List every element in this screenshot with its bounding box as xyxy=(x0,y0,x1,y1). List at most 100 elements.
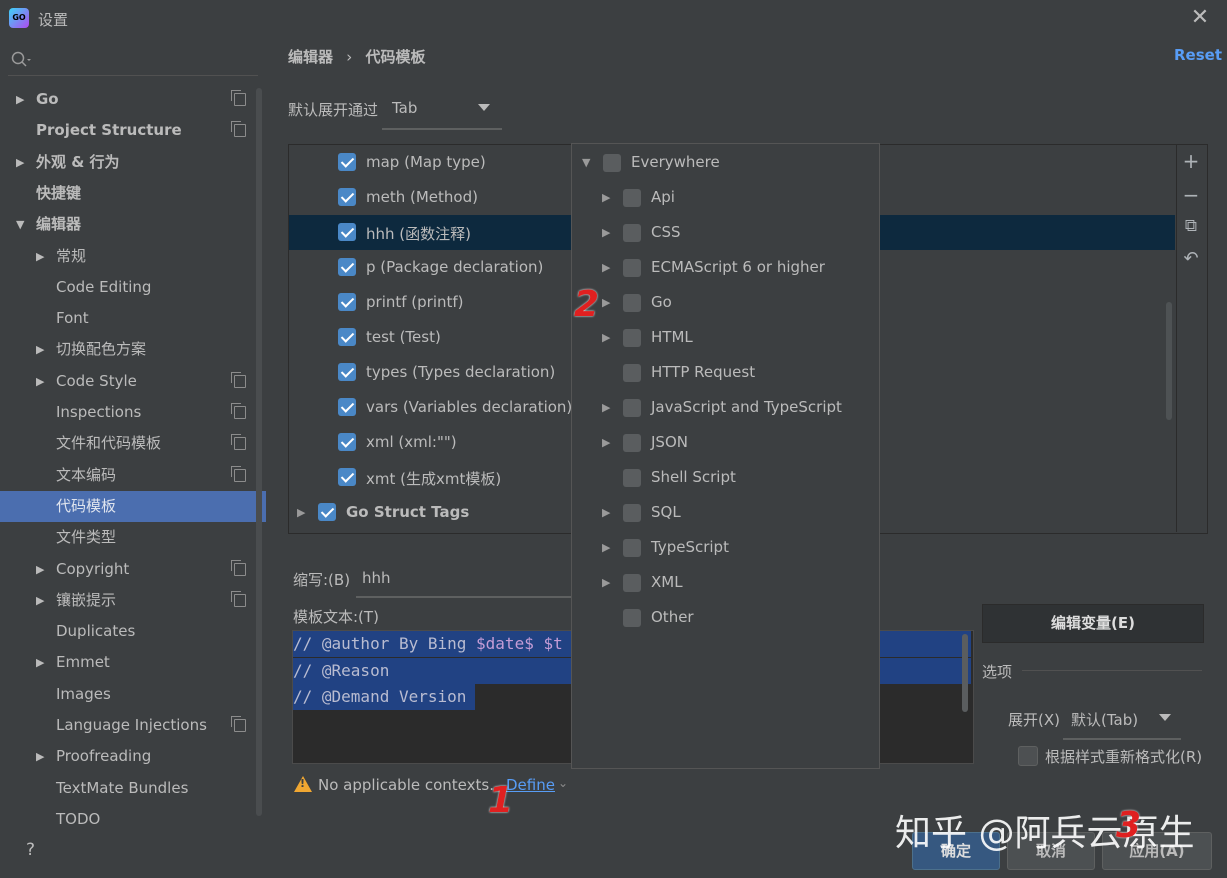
sidebar-item[interactable]: 代码模板 xyxy=(0,490,266,522)
chevron-right-icon[interactable]: ▶ xyxy=(602,401,610,414)
sidebar-scrollbar[interactable] xyxy=(256,88,262,816)
context-item[interactable]: ▶ JSON xyxy=(572,425,872,460)
sidebar-item[interactable]: Language Injections xyxy=(0,710,266,741)
help-icon[interactable]: ? xyxy=(26,840,35,860)
context-checkbox[interactable] xyxy=(623,539,641,557)
chevron-right-icon[interactable]: ▶ xyxy=(36,741,44,772)
template-checkbox[interactable] xyxy=(338,468,356,486)
template-checkbox[interactable] xyxy=(338,363,356,381)
sidebar-item[interactable]: ▶ 外观 & 行为 xyxy=(0,147,266,178)
chevron-right-icon[interactable]: ▶ xyxy=(602,226,610,239)
sidebar-item[interactable]: ▶ Code Style xyxy=(0,366,266,397)
sidebar-item[interactable]: ▶ Emmet xyxy=(0,647,266,678)
context-item[interactable]: ▶ XML xyxy=(572,565,872,600)
revert-icon[interactable]: ↶ xyxy=(1180,248,1202,270)
chevron-right-icon[interactable]: ▶ xyxy=(36,334,44,365)
breadcrumb-parent[interactable]: 编辑器 xyxy=(288,48,333,66)
sidebar-item[interactable]: Project Structure xyxy=(0,115,266,146)
sidebar-item[interactable]: Inspections xyxy=(0,397,266,428)
context-item[interactable]: ▶ TypeScript xyxy=(572,530,872,565)
chevron-right-icon[interactable]: ▶ xyxy=(602,436,610,449)
sidebar-item[interactable]: TextMate Bundles xyxy=(0,773,266,804)
context-checkbox[interactable] xyxy=(623,574,641,592)
context-item[interactable]: ▶ Api xyxy=(572,180,872,215)
template-checkbox[interactable] xyxy=(338,188,356,206)
template-list-scrollbar[interactable] xyxy=(1166,302,1172,420)
template-checkbox[interactable] xyxy=(338,398,356,416)
chevron-right-icon[interactable]: ▶ xyxy=(602,191,610,204)
chevron-right-icon[interactable]: ▶ xyxy=(602,576,610,589)
chevron-right-icon[interactable]: ▶ xyxy=(297,506,305,519)
sidebar-item[interactable]: 文件和代码模板 xyxy=(0,428,266,459)
context-item[interactable]: HTTP Request xyxy=(572,355,872,390)
sidebar-item[interactable]: 文件类型 xyxy=(0,522,266,553)
chevron-right-icon[interactable]: ▶ xyxy=(36,585,44,616)
sidebar-item[interactable]: TODO xyxy=(0,804,266,828)
context-checkbox[interactable] xyxy=(623,609,641,627)
sidebar-item[interactable]: Font xyxy=(0,303,266,334)
context-checkbox[interactable] xyxy=(623,329,641,347)
context-checkbox[interactable] xyxy=(623,294,641,312)
sidebar-item[interactable]: ▼ 编辑器 xyxy=(0,209,266,240)
chevron-right-icon[interactable]: ▶ xyxy=(602,296,610,309)
reformat-checkbox[interactable] xyxy=(1018,746,1038,766)
context-item[interactable]: Shell Script xyxy=(572,460,872,495)
sidebar-item[interactable]: Images xyxy=(0,679,266,710)
chevron-right-icon[interactable]: ▶ xyxy=(16,147,24,178)
chevron-down-icon[interactable]: ▼ xyxy=(16,209,24,240)
context-item[interactable]: ▶ JavaScript and TypeScript xyxy=(572,390,872,425)
chevron-right-icon[interactable]: ▶ xyxy=(36,554,44,585)
edit-variables-button[interactable]: 编辑变量(E) xyxy=(982,604,1204,643)
chevron-right-icon[interactable]: ▶ xyxy=(602,261,610,274)
editor-scrollbar[interactable] xyxy=(962,634,968,712)
add-icon[interactable]: + xyxy=(1180,150,1202,172)
template-checkbox[interactable] xyxy=(338,153,356,171)
context-item[interactable]: ▶ Go xyxy=(572,285,872,320)
close-icon[interactable]: ✕ xyxy=(1188,6,1212,30)
reset-link[interactable]: Reset xyxy=(1174,46,1222,64)
template-checkbox[interactable] xyxy=(338,258,356,276)
sidebar-item[interactable]: Code Editing xyxy=(0,272,266,303)
template-checkbox[interactable] xyxy=(338,223,356,241)
chevron-down-icon[interactable]: ▼ xyxy=(582,156,590,169)
context-item[interactable]: ▼ Everywhere xyxy=(572,145,872,180)
search-icon[interactable] xyxy=(10,50,32,70)
context-checkbox[interactable] xyxy=(623,259,641,277)
sidebar-item[interactable]: 文本编码 xyxy=(0,460,266,491)
context-checkbox[interactable] xyxy=(623,469,641,487)
chevron-right-icon[interactable]: ▶ xyxy=(36,647,44,678)
context-checkbox[interactable] xyxy=(603,154,621,172)
sidebar-item[interactable]: ▶ 镶嵌提示 xyxy=(0,585,266,616)
sidebar-item[interactable]: ▶ Copyright xyxy=(0,554,266,585)
template-checkbox[interactable] xyxy=(338,433,356,451)
template-checkbox[interactable] xyxy=(318,503,336,521)
chevron-right-icon[interactable]: ▶ xyxy=(602,331,610,344)
context-item[interactable]: ▶ CSS xyxy=(572,215,872,250)
sidebar-item[interactable]: ▶ Proofreading xyxy=(0,741,266,772)
define-link[interactable]: Define xyxy=(506,776,555,794)
copy-icon[interactable]: ⧉ xyxy=(1180,215,1202,237)
sidebar-item[interactable]: Duplicates xyxy=(0,616,266,647)
expand-by-select[interactable]: Tab xyxy=(382,90,502,130)
sidebar-item[interactable]: ▶ 切换配色方案 xyxy=(0,334,266,365)
context-item[interactable]: ▶ HTML xyxy=(572,320,872,355)
context-checkbox[interactable] xyxy=(623,364,641,382)
chevron-right-icon[interactable]: ▶ xyxy=(602,541,610,554)
remove-icon[interactable]: − xyxy=(1180,184,1202,206)
abbreviation-input[interactable]: hhh xyxy=(356,564,580,598)
context-checkbox[interactable] xyxy=(623,399,641,417)
chevron-down-icon[interactable]: ⌄ xyxy=(558,776,568,790)
chevron-right-icon[interactable]: ▶ xyxy=(36,366,44,397)
chevron-right-icon[interactable]: ▶ xyxy=(16,84,24,115)
sidebar-item[interactable]: ▶ 常规 xyxy=(0,241,266,272)
context-item[interactable]: ▶ ECMAScript 6 or higher xyxy=(572,250,872,285)
sidebar-item[interactable]: ▶ Go xyxy=(0,84,266,115)
chevron-right-icon[interactable]: ▶ xyxy=(36,241,44,272)
context-item[interactable]: ▶ SQL xyxy=(572,495,872,530)
context-item[interactable]: Other xyxy=(572,600,872,635)
context-checkbox[interactable] xyxy=(623,189,641,207)
template-checkbox[interactable] xyxy=(338,293,356,311)
sidebar-item[interactable]: 快捷键 xyxy=(0,178,266,209)
context-checkbox[interactable] xyxy=(623,504,641,522)
context-checkbox[interactable] xyxy=(623,224,641,242)
